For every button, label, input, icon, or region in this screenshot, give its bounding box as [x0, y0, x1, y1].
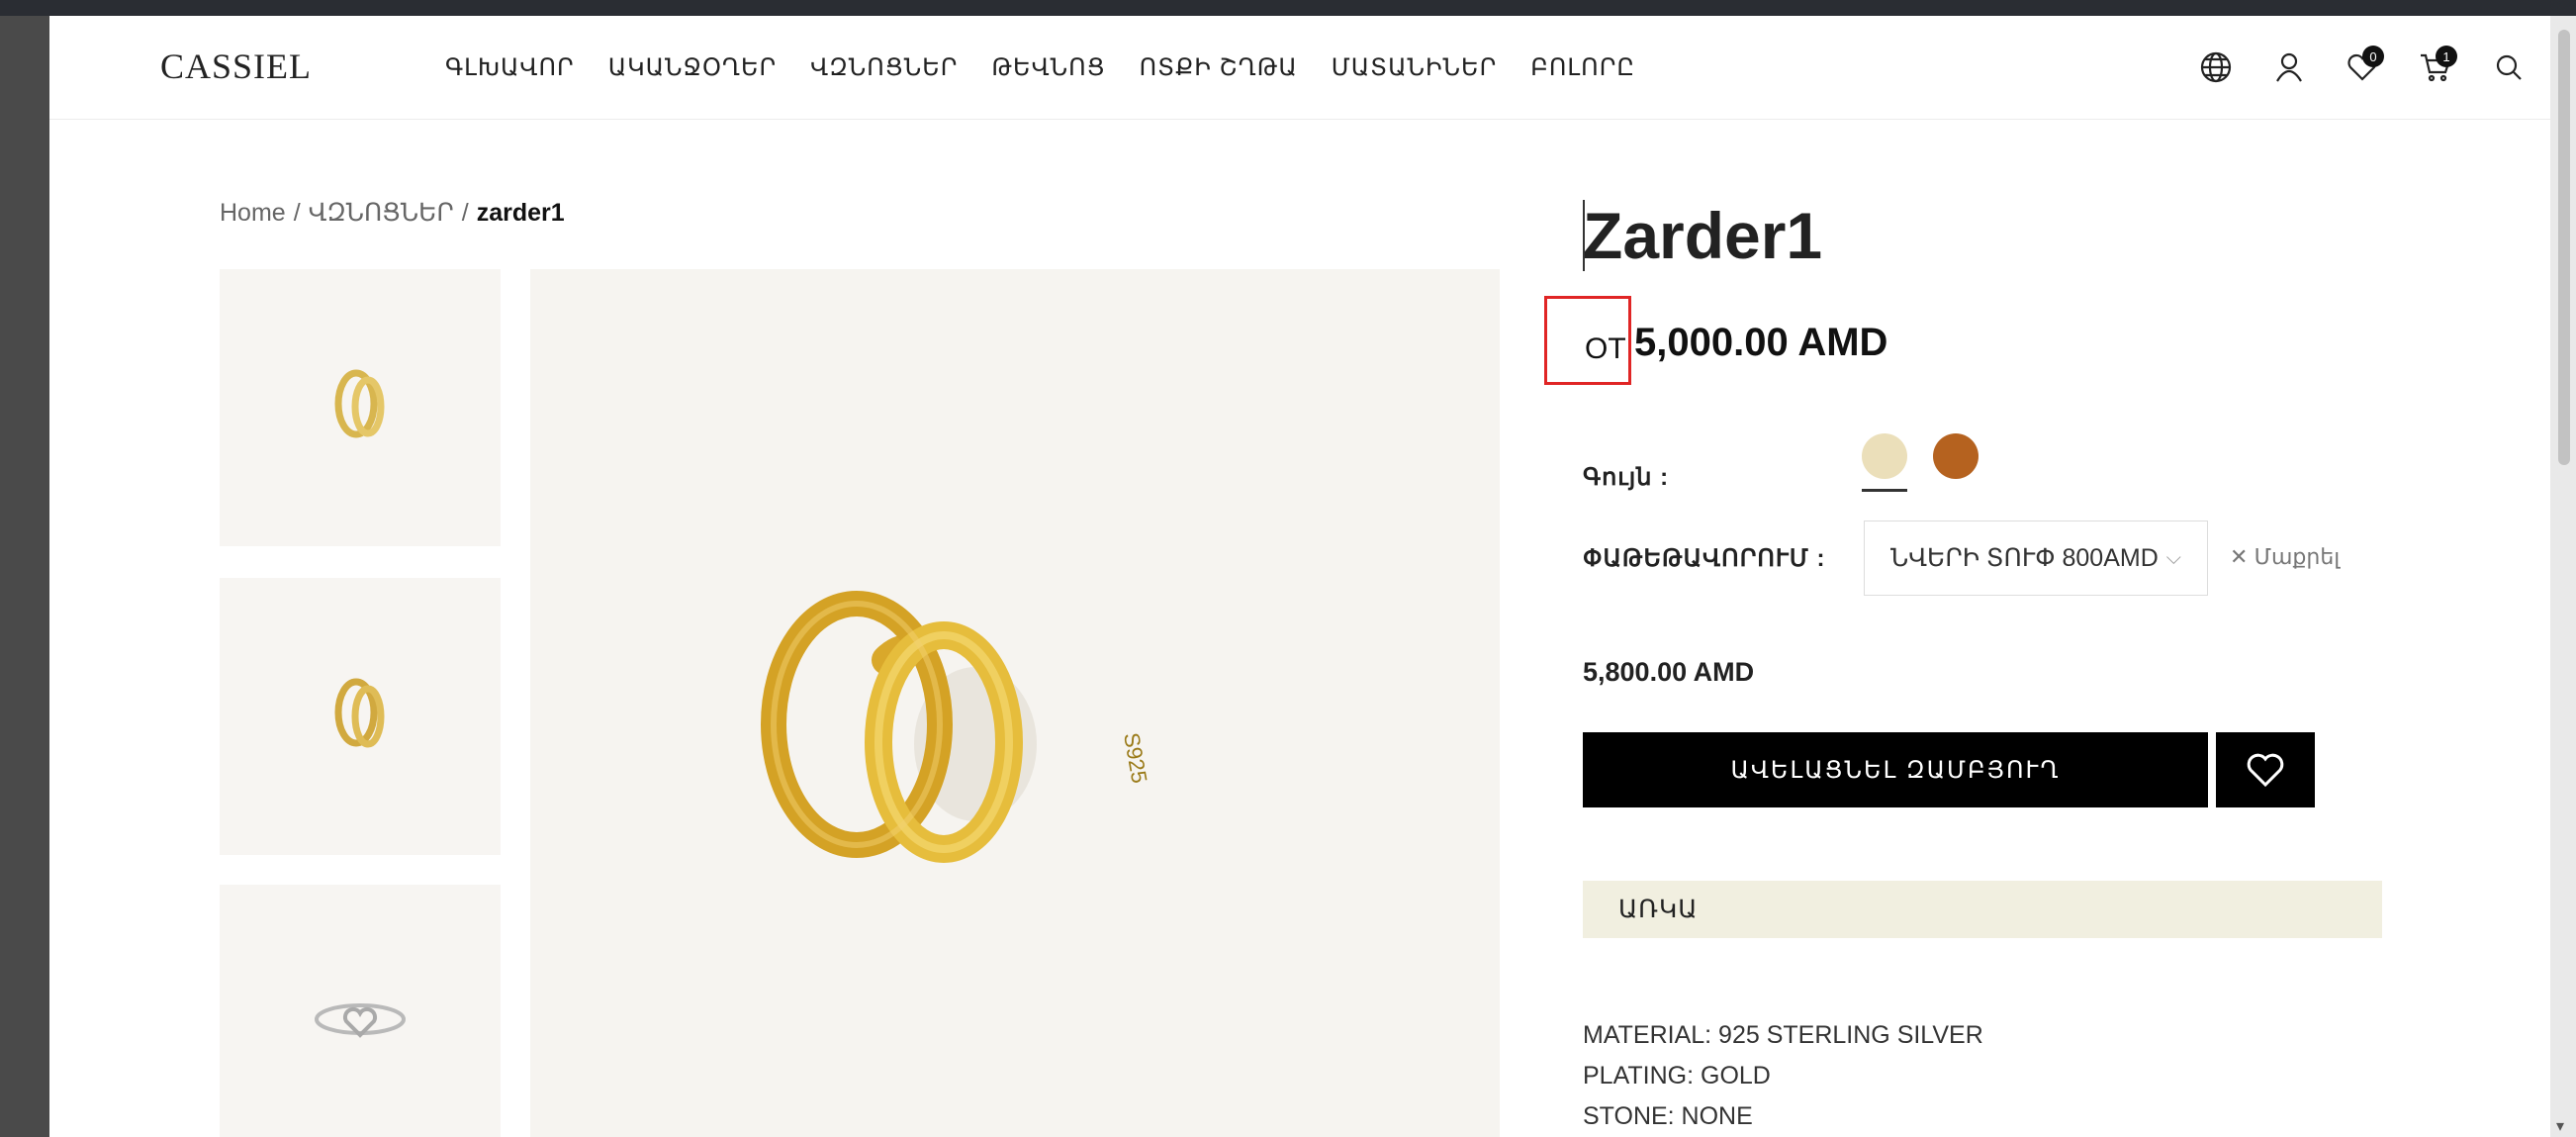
heart-icon	[2247, 753, 2284, 788]
site-logo[interactable]: CASSIEL	[160, 46, 312, 87]
user-account-icon[interactable]	[2267, 46, 2311, 89]
color-swatch-brown[interactable]	[1933, 433, 1978, 479]
description-line: MATERIAL: 925 STERLING SILVER	[1583, 1021, 1983, 1049]
product-title: Zarder1	[1583, 199, 1823, 272]
cart-count-badge: 1	[2436, 46, 2457, 67]
breadcrumb-home[interactable]: Home	[220, 199, 286, 227]
product-page: CASSIEL ԳԼԽԱՎՈՐ ԱԿԱՆՋՕՂԵՐ ՎԶՆՈՑՆԵՐ ԹԵՎՆՈ…	[49, 16, 2550, 1137]
nav-item-bracelets[interactable]: ԹԵՎՆՈՑ	[991, 53, 1105, 82]
breadcrumb-separator: /	[293, 199, 301, 227]
globe-icon[interactable]	[2194, 46, 2238, 89]
site-header: CASSIEL ԳԼԽԱՎՈՐ ԱԿԱՆՋՕՂԵՐ ՎԶՆՈՑՆԵՐ ԹԵՎՆՈ…	[49, 16, 2550, 120]
breadcrumb: Home / ՎԶՆՈՑՆԵՐ / zarder1	[220, 198, 565, 228]
clear-label: Մաքրել	[2254, 544, 2341, 569]
highlight-box	[1544, 296, 1631, 385]
product-thumbnail[interactable]	[220, 885, 501, 1137]
color-label: Գույն :	[1583, 464, 1670, 491]
heart-ring-thumbnail-image	[315, 1003, 406, 1038]
breadcrumb-separator: /	[461, 199, 469, 227]
packaging-select[interactable]: ՆՎԵՐԻ ՏՈՒՓ 800AMD ⌵	[1864, 521, 2208, 596]
product-thumbnail[interactable]	[220, 578, 501, 855]
variation-price: 5,800.00 AMD	[1583, 657, 1755, 687]
header-icons: 0 1	[2194, 46, 2550, 89]
breadcrumb-current: zarder1	[476, 199, 565, 227]
description-line: STONE: NONE	[1583, 1102, 1753, 1130]
browser-top-strip	[0, 0, 2576, 16]
close-icon: ✕	[2230, 544, 2249, 569]
packaging-label: ՓԱԹԵԹԱՎՈՐՈՒՄ :	[1583, 545, 1826, 572]
main-nav: ԳԼԽԱՎՈՐ ԱԿԱՆՋՕՂԵՐ ՎԶՆՈՑՆԵՐ ԹԵՎՆՈՑ ՈՏՔԻ Շ…	[445, 53, 1635, 82]
breadcrumb-category[interactable]: ՎԶՆՈՑՆԵՐ	[309, 199, 454, 227]
search-icon[interactable]	[2487, 46, 2530, 89]
clear-selection-link[interactable]: ✕ Մաքրել	[2230, 544, 2340, 570]
product-description: MATERIAL: 925 STERLING SILVER PLATING: G…	[1583, 1015, 1983, 1137]
product-price: 5,000.00 AMD	[1634, 321, 1888, 364]
color-swatch-cream[interactable]	[1862, 433, 1907, 479]
nav-item-necklaces[interactable]: ՎԶՆՈՑՆԵՐ	[810, 53, 958, 82]
text-cursor	[1583, 200, 1585, 271]
chevron-down-icon: ⌵	[2165, 546, 2181, 569]
add-to-cart-button[interactable]: ԱՎԵԼԱՑՆԵԼ ԶԱՄԲՅՈՒՂ	[1583, 732, 2208, 807]
scroll-down-arrow-icon[interactable]: ▾	[2556, 1116, 2564, 1136]
nav-item-anklets[interactable]: ՈՏՔԻ ՇՂԹԱ	[1140, 53, 1298, 82]
nav-item-home[interactable]: ԳԼԽԱՎՈՐ	[445, 53, 575, 82]
selected-swatch-underline	[1862, 489, 1907, 492]
background-window	[0, 16, 49, 1137]
nav-item-rings[interactable]: ՄԱՏԱՆԻՆԵՐ	[1332, 53, 1497, 82]
product-main-image[interactable]: S925	[530, 269, 1500, 1137]
wishlist-count-badge: 0	[2362, 46, 2384, 67]
cart-icon[interactable]: 1	[2414, 46, 2457, 89]
svg-text:S925: S925	[1119, 731, 1152, 786]
description-line: PLATING: GOLD	[1583, 1062, 1771, 1090]
nav-item-all[interactable]: ԲՈԼՈՐԸ	[1530, 53, 1635, 82]
scrollbar-thumb[interactable]	[2558, 30, 2570, 465]
wishlist-heart-icon[interactable]: 0	[2341, 46, 2384, 89]
ring-thumbnail-image	[334, 678, 385, 748]
add-to-wishlist-button[interactable]	[2216, 732, 2315, 807]
ring-product-photo: S925	[761, 591, 1152, 863]
product-thumbnail[interactable]	[220, 269, 501, 546]
packaging-selected-value: ՆՎԵՐԻ ՏՈՒՓ 800AMD	[1890, 544, 2159, 572]
ring-thumbnail-image	[334, 369, 385, 438]
tab-availability[interactable]: ԱՌԿԱ	[1583, 881, 2382, 938]
nav-item-earrings[interactable]: ԱԿԱՆՋՕՂԵՐ	[608, 53, 777, 82]
